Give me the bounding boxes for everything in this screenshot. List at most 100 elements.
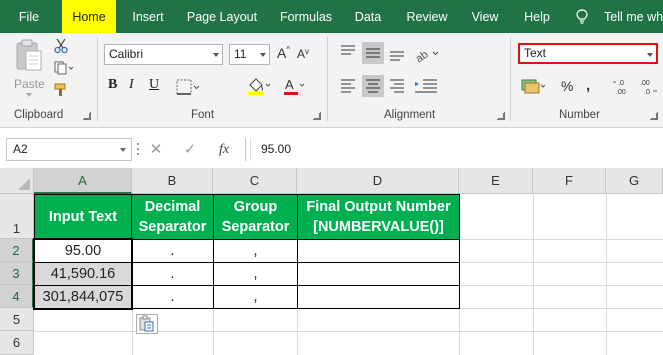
indent-icon[interactable] bbox=[413, 77, 441, 95]
tab-help[interactable]: Help bbox=[514, 0, 560, 33]
cell-b2[interactable]: . bbox=[131, 239, 214, 263]
column-header-a[interactable]: A bbox=[34, 168, 132, 194]
font-name-dropdown[interactable]: Calibri bbox=[104, 44, 223, 65]
cancel-icon[interactable]: ✕ bbox=[144, 138, 168, 161]
formula-input[interactable]: 95.00 bbox=[250, 138, 663, 161]
chevron-down-icon bbox=[120, 148, 126, 152]
row-header-5[interactable]: 5 bbox=[0, 308, 34, 331]
paste-label: Paste bbox=[14, 77, 45, 91]
accounting-format-icon[interactable] bbox=[520, 77, 548, 95]
paste-button[interactable]: Paste bbox=[10, 37, 50, 97]
tab-data[interactable]: Data bbox=[346, 0, 390, 33]
tab-page-layout[interactable]: Page Layout bbox=[180, 0, 264, 33]
increase-font-size-icon[interactable]: A^ bbox=[277, 45, 290, 61]
horizontal-align-icons[interactable] bbox=[338, 75, 410, 99]
clipboard-dialog-launcher[interactable] bbox=[83, 112, 91, 120]
gridline bbox=[34, 331, 663, 332]
cell-d2[interactable] bbox=[297, 239, 460, 263]
svg-text:.00: .00 bbox=[616, 89, 626, 96]
number-format-value: Text bbox=[524, 46, 547, 60]
cell-b3[interactable]: . bbox=[131, 262, 214, 286]
bold-button[interactable]: B bbox=[108, 77, 117, 93]
svg-text:.0: .0 bbox=[644, 89, 650, 96]
worksheet-grid[interactable]: A B C D E F G 1 2 3 4 5 6 Input Text Dec… bbox=[0, 168, 663, 355]
column-header-g[interactable]: G bbox=[606, 168, 663, 194]
formula-bar-divider bbox=[245, 138, 246, 161]
cut-scissors-icon[interactable] bbox=[54, 38, 68, 54]
header-line: Group bbox=[233, 199, 278, 215]
underline-button[interactable]: U bbox=[149, 77, 159, 93]
clipboard-group-label: Clipboard bbox=[14, 109, 64, 121]
column-header-d[interactable]: D bbox=[297, 168, 459, 194]
selection-range bbox=[33, 238, 133, 310]
formula-bar: A2 ✕ ✓ fx 95.00 bbox=[0, 128, 663, 168]
cell-c4[interactable]: , bbox=[213, 285, 298, 309]
number-group-label: Number bbox=[559, 109, 600, 121]
row-header-1[interactable]: 1 bbox=[0, 194, 34, 239]
lightbulb-icon bbox=[576, 9, 588, 24]
name-box[interactable]: A2 bbox=[6, 138, 132, 161]
ribbon-tab-bar: File Home Insert Page Layout Formulas Da… bbox=[0, 0, 663, 33]
paste-options-button[interactable] bbox=[136, 314, 158, 334]
alignment-dialog-launcher[interactable] bbox=[497, 112, 505, 120]
insert-function-button[interactable]: fx bbox=[219, 138, 229, 161]
chevron-down-icon bbox=[647, 53, 653, 57]
tab-file[interactable]: File bbox=[0, 0, 58, 33]
enter-check-icon[interactable]: ✓ bbox=[178, 138, 202, 161]
orientation-icon[interactable]: ab bbox=[413, 43, 441, 65]
ribbon-home: Paste Clipboard Calibri 11 A^ Av B I U A… bbox=[0, 33, 663, 128]
header-input-text[interactable]: Input Text bbox=[34, 194, 132, 240]
header-input-text-label: Input Text bbox=[48, 209, 118, 225]
formula-bar-grip[interactable] bbox=[137, 143, 140, 157]
row-header-3[interactable]: 3 bbox=[0, 262, 34, 285]
header-line: Separator bbox=[138, 219, 207, 235]
tab-home[interactable]: Home bbox=[62, 0, 116, 33]
row-header-2[interactable]: 2 bbox=[0, 239, 34, 262]
decrease-decimal-icon[interactable]: .00 .0 bbox=[638, 77, 660, 97]
svg-text:ab: ab bbox=[414, 48, 431, 65]
alignment-group-label: Alignment bbox=[384, 109, 436, 121]
row-header-6[interactable]: 6 bbox=[0, 331, 34, 355]
cell-d4[interactable] bbox=[297, 285, 460, 309]
cell-d3[interactable] bbox=[297, 262, 460, 286]
fill-color-icon[interactable] bbox=[246, 76, 272, 96]
vertical-align-icons[interactable] bbox=[338, 42, 410, 66]
cell-c3[interactable]: , bbox=[213, 262, 298, 286]
tab-review[interactable]: Review bbox=[398, 0, 456, 33]
chevron-down-icon bbox=[260, 53, 266, 57]
tab-formulas[interactable]: Formulas bbox=[272, 0, 340, 33]
format-painter-icon[interactable] bbox=[54, 83, 72, 97]
font-color-icon[interactable]: A bbox=[282, 76, 306, 96]
paste-clipboard-icon bbox=[16, 39, 42, 71]
select-all-button[interactable] bbox=[0, 168, 34, 194]
group-divider bbox=[327, 37, 328, 121]
cell-c2[interactable]: , bbox=[213, 239, 298, 263]
font-dialog-launcher[interactable] bbox=[313, 112, 321, 120]
column-header-c[interactable]: C bbox=[213, 168, 297, 194]
number-dialog-launcher[interactable] bbox=[650, 112, 658, 120]
comma-style-button[interactable]: , bbox=[586, 77, 590, 94]
header-line: Final Output Number bbox=[306, 199, 451, 215]
tab-view[interactable]: View bbox=[462, 0, 508, 33]
percent-style-button[interactable]: % bbox=[561, 78, 573, 94]
tab-insert[interactable]: Insert bbox=[122, 0, 174, 33]
column-header-f[interactable]: F bbox=[533, 168, 606, 194]
header-decimal-separator[interactable]: Decimal Separator bbox=[131, 194, 214, 240]
column-header-b[interactable]: B bbox=[132, 168, 213, 194]
header-final-output[interactable]: Final Output Number [NUMBERVALUE()] bbox=[297, 194, 460, 240]
font-size-dropdown[interactable]: 11 bbox=[229, 44, 270, 65]
row-header-4[interactable]: 4 bbox=[0, 285, 34, 308]
increase-decimal-icon[interactable]: .0 .00 bbox=[612, 77, 634, 97]
decrease-font-size-icon[interactable]: Av bbox=[297, 47, 309, 61]
italic-button[interactable]: I bbox=[129, 77, 134, 93]
cell-b4[interactable]: . bbox=[131, 285, 214, 309]
tell-me-search[interactable]: Tell me wha bbox=[604, 0, 663, 33]
copy-icon[interactable] bbox=[54, 61, 74, 75]
header-line: Separator bbox=[221, 219, 290, 235]
borders-icon[interactable] bbox=[176, 79, 200, 95]
header-group-separator[interactable]: Group Separator bbox=[213, 194, 298, 240]
column-header-e[interactable]: E bbox=[459, 168, 533, 194]
svg-text:A: A bbox=[285, 77, 294, 92]
font-group-label: Font bbox=[191, 109, 215, 121]
number-format-dropdown[interactable]: Text bbox=[518, 43, 658, 64]
